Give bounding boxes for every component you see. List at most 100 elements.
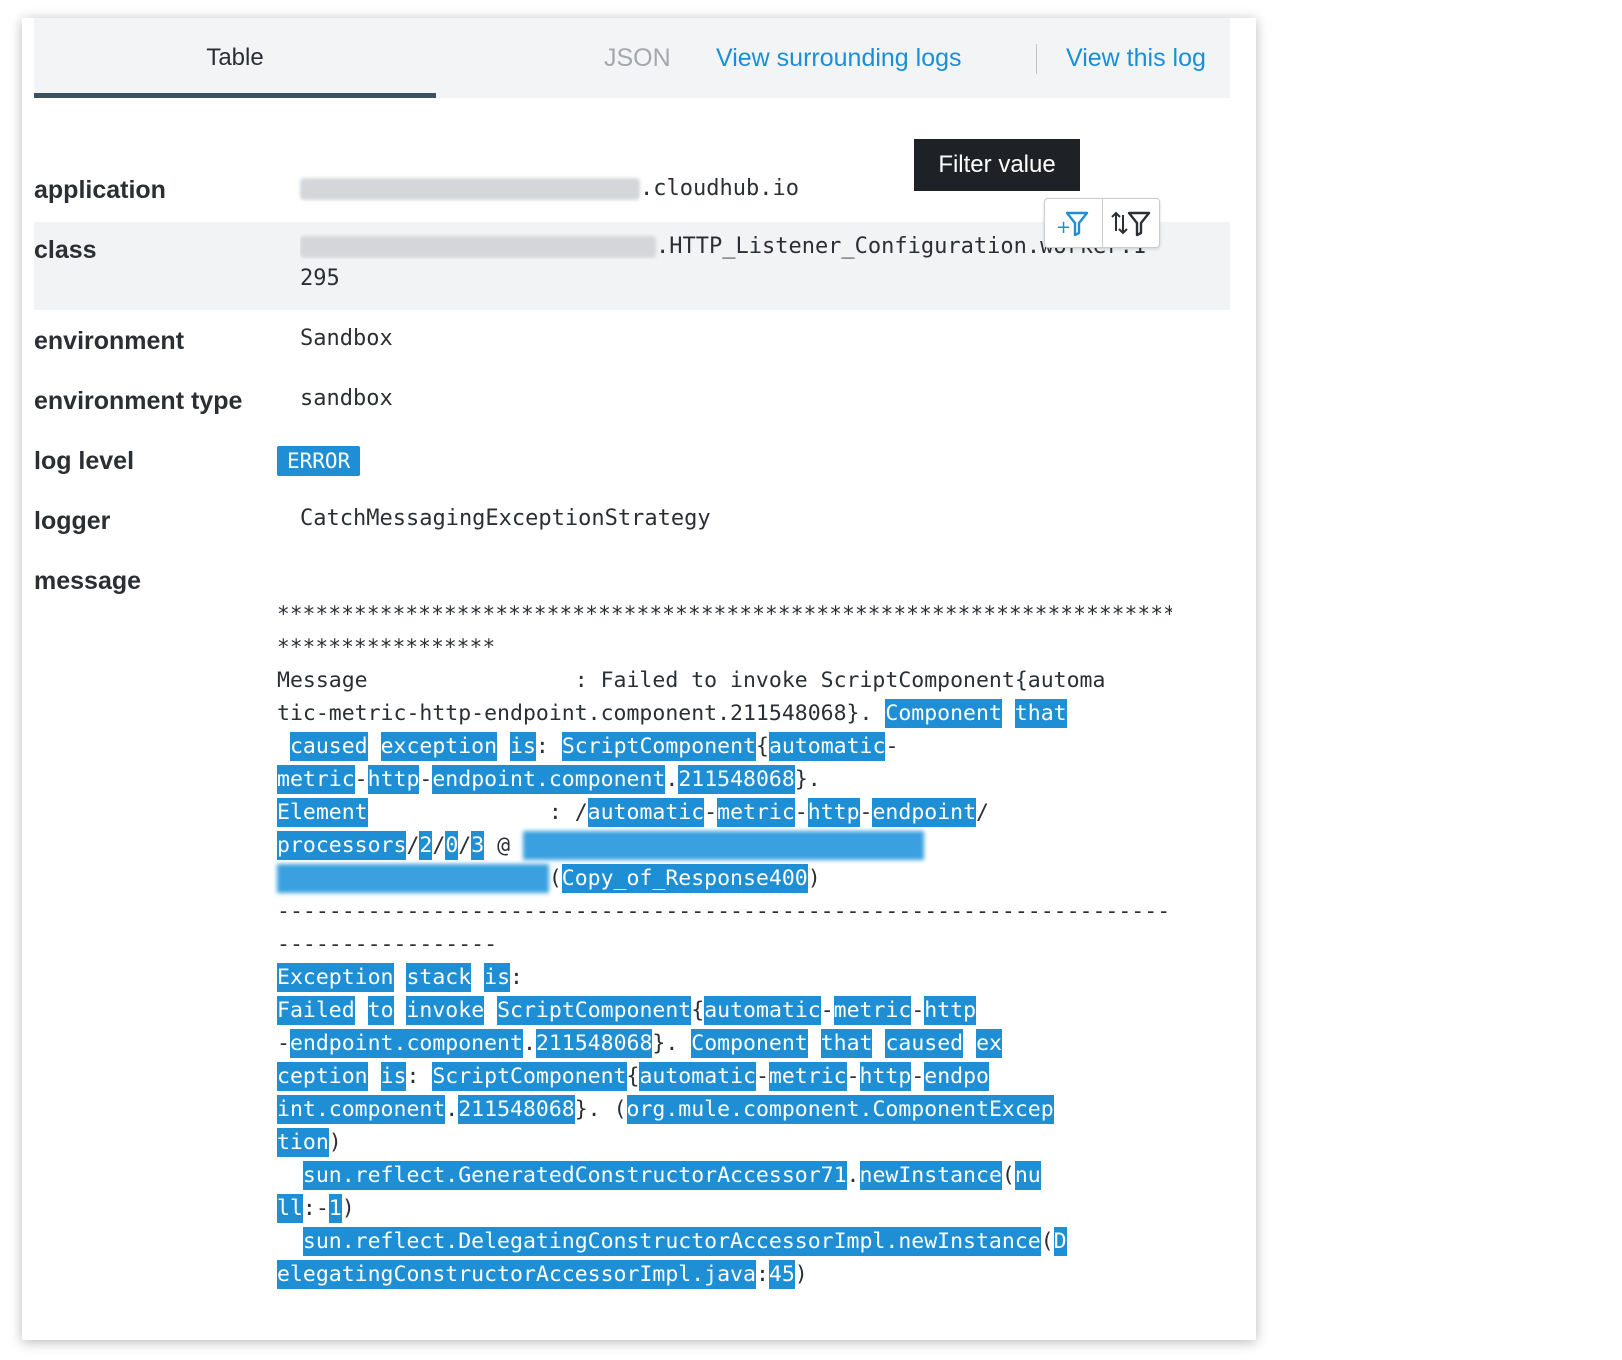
highlighted-token[interactable]: processors xyxy=(277,831,407,860)
highlighted-token[interactable]: exception xyxy=(380,732,498,761)
message-text: ( xyxy=(1040,1229,1054,1254)
highlighted-token[interactable]: endpoint.component xyxy=(289,1029,523,1058)
message-line: caused exception is: ScriptComponent{aut… xyxy=(277,730,1172,763)
highlighted-token[interactable]: 211548068 xyxy=(458,1095,575,1124)
message-text xyxy=(368,1064,381,1089)
field-value-environment-type[interactable]: sandbox xyxy=(300,386,393,411)
add-filter-icon: + xyxy=(1056,211,1089,238)
view-this-log-link[interactable]: View this log xyxy=(1066,18,1206,98)
highlighted-token[interactable]: sun.reflect.GeneratedConstructorAccessor… xyxy=(302,1161,847,1190)
highlighted-token[interactable]: nu xyxy=(1014,1161,1041,1190)
tab-bar: Table JSON View surrounding logs View th… xyxy=(34,18,1230,98)
highlighted-token[interactable]: ScriptComponent xyxy=(497,996,692,1025)
tab-table[interactable]: Table xyxy=(34,18,436,98)
highlighted-token[interactable]: tion xyxy=(277,1128,329,1157)
highlighted-token[interactable]: stack xyxy=(406,963,472,992)
highlighted-token[interactable]: automatic xyxy=(639,1062,756,1091)
highlighted-token[interactable]: http xyxy=(859,1062,912,1091)
highlighted-token[interactable]: endpoint.component xyxy=(432,765,666,794)
field-label-class: class xyxy=(34,236,97,264)
message-text xyxy=(394,965,407,990)
highlighted-token[interactable]: ex xyxy=(976,1029,1002,1058)
highlighted-token[interactable]: http xyxy=(924,996,977,1025)
highlighted-token[interactable]: 0 xyxy=(445,831,459,860)
field-value-logger[interactable]: CatchMessagingExceptionStrategy xyxy=(300,506,711,531)
message-text: : xyxy=(510,965,523,990)
message-line: Failed to invoke ScriptComponent{automat… xyxy=(277,994,1172,1027)
highlighted-token[interactable]: Exception xyxy=(277,963,394,992)
highlighted-token[interactable]: metric xyxy=(833,996,912,1025)
highlighted-token[interactable]: Copy_of_Response400 xyxy=(561,864,808,893)
highlighted-token[interactable]: 211548068 xyxy=(535,1029,653,1058)
highlighted-token[interactable]: http xyxy=(807,798,860,827)
highlighted-token[interactable]: endpoint xyxy=(872,798,977,827)
message-line: elegatingConstructorAccessorImpl.java:45… xyxy=(277,1258,1172,1291)
highlighted-token[interactable]: Element xyxy=(277,798,368,827)
highlighted-token[interactable]: ception xyxy=(277,1062,368,1091)
highlighted-token[interactable]: invoke xyxy=(406,996,485,1025)
filter-value-tooltip: Filter value xyxy=(914,139,1080,191)
highlighted-token[interactable]: automatic xyxy=(704,996,821,1025)
field-value-application[interactable]: .cloudhub.io xyxy=(300,176,799,201)
toggle-filter-button[interactable] xyxy=(1101,199,1160,247)
highlighted-token[interactable]: 45 xyxy=(768,1260,795,1289)
highlighted-token[interactable]: D xyxy=(1053,1227,1067,1256)
message-text: / xyxy=(406,833,420,858)
highlighted-token[interactable]: http xyxy=(367,765,420,794)
message-text xyxy=(355,998,368,1023)
highlighted-token[interactable]: endpo xyxy=(924,1062,990,1091)
highlighted-token[interactable]: ll xyxy=(277,1194,303,1223)
highlighted-token[interactable]: sun.reflect.DelegatingConstructorAccesso… xyxy=(302,1227,1041,1256)
message-line: ----------------------------------------… xyxy=(277,899,1172,924)
highlighted-token[interactable]: automatic xyxy=(768,732,886,761)
highlighted-token[interactable]: that xyxy=(820,1029,873,1058)
highlighted-token[interactable]: Component xyxy=(691,1029,808,1058)
highlighted-token[interactable]: 1 xyxy=(328,1194,342,1223)
highlighted-token[interactable]: int.component xyxy=(277,1095,446,1124)
view-surrounding-logs-link[interactable]: View surrounding logs xyxy=(716,18,962,98)
message-line: tic-metric-http-endpoint.component.21154… xyxy=(277,699,1067,728)
highlighted-token[interactable]: Failed xyxy=(277,996,355,1025)
highlighted-token[interactable]: is xyxy=(510,732,536,761)
message-value[interactable]: ****************************************… xyxy=(277,598,1172,1291)
highlighted-token[interactable]: is xyxy=(380,1062,407,1091)
field-label-log-level: log level xyxy=(34,447,135,475)
highlighted-token[interactable]: to xyxy=(367,996,394,1025)
message-line: ll:-1) xyxy=(277,1192,1172,1225)
highlighted-token[interactable]: org.mule.component.ComponentExcep xyxy=(626,1095,1054,1124)
message-text xyxy=(471,965,484,990)
message-text xyxy=(277,1229,303,1254)
highlighted-token[interactable]: ScriptComponent xyxy=(561,732,756,761)
highlighted-token[interactable]: automatic xyxy=(587,798,705,827)
log-level-badge[interactable]: ERROR xyxy=(277,446,361,476)
filter-button-group: + xyxy=(1044,198,1160,248)
highlighted-token[interactable]: 2 xyxy=(419,831,433,860)
highlighted-token[interactable]: ScriptComponent xyxy=(432,1062,627,1091)
tab-json[interactable]: JSON xyxy=(604,18,671,98)
message-text: . xyxy=(522,1031,536,1056)
highlighted-token[interactable]: metric xyxy=(768,1062,847,1091)
message-line: -endpoint.component.211548068}. Componen… xyxy=(277,1027,1172,1060)
field-value-environment[interactable]: Sandbox xyxy=(300,326,393,351)
highlighted-token[interactable]: metric xyxy=(717,798,795,827)
redacted-text xyxy=(300,236,656,258)
message-text: - xyxy=(820,998,834,1023)
message-line: Message : Failed to invoke ScriptCompone… xyxy=(277,668,1106,693)
redacted-text: new am ami automatic gen-automa xyxy=(523,831,925,860)
add-filter-button[interactable]: + xyxy=(1045,199,1102,247)
highlighted-token[interactable]: caused xyxy=(289,732,368,761)
highlighted-token[interactable]: caused xyxy=(885,1029,964,1058)
highlighted-token[interactable]: elegatingConstructorAccessorImpl.java xyxy=(277,1260,756,1289)
message-text xyxy=(963,1031,976,1056)
highlighted-token[interactable]: 3 xyxy=(471,831,485,860)
message-text: ( xyxy=(548,866,562,891)
highlighted-token[interactable]: 211548068 xyxy=(678,765,795,794)
message-text: - xyxy=(911,998,925,1023)
message-text: . xyxy=(665,767,679,792)
message-line: sun.reflect.GeneratedConstructorAccessor… xyxy=(277,1159,1172,1192)
highlighted-token[interactable]: metric xyxy=(277,765,355,794)
message-text: : / xyxy=(367,800,588,825)
highlighted-token[interactable]: newInstance xyxy=(859,1161,1002,1190)
message-text: }. xyxy=(794,767,821,792)
highlighted-token[interactable]: is xyxy=(484,963,511,992)
